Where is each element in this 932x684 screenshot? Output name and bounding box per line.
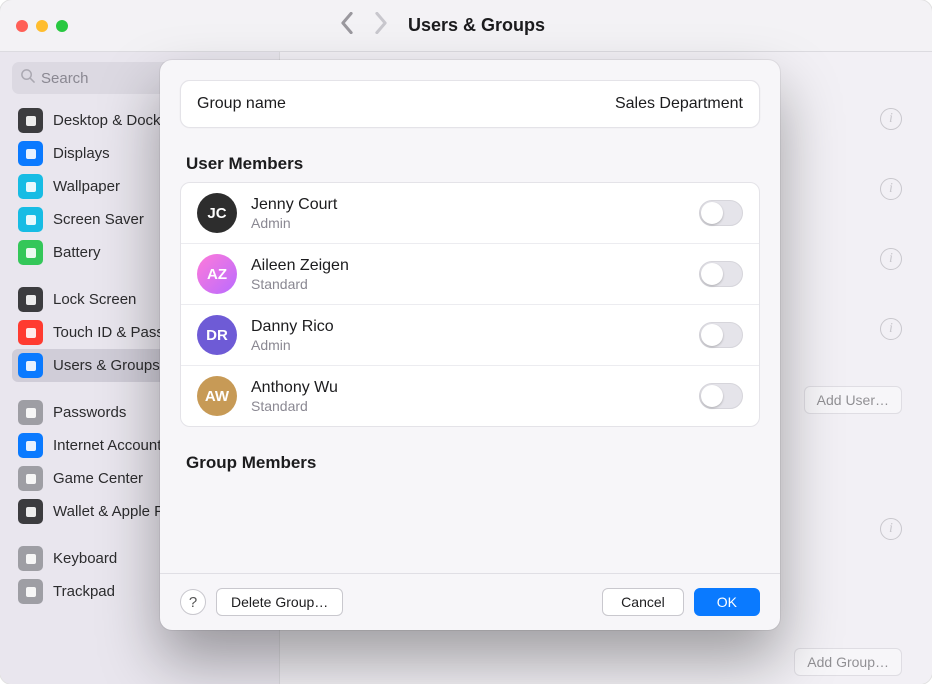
sidebar-item-label: Passwords — [53, 404, 126, 421]
sidebar-item-label: Wallpaper — [53, 178, 120, 195]
membership-toggle[interactable] — [699, 200, 743, 226]
sidebar-item-label: Internet Accounts — [53, 437, 169, 454]
minimize-window-button[interactable] — [36, 20, 48, 32]
sidebar-item-label: Displays — [53, 145, 110, 162]
dialog-footer: ? Delete Group… Cancel OK — [160, 573, 780, 630]
nav-buttons — [340, 12, 388, 39]
sidebar-item-label: Keyboard — [53, 550, 117, 567]
member-row: AW Anthony WuStandard — [181, 365, 759, 426]
member-name: Anthony Wu — [251, 379, 685, 397]
sidebar-item-icon — [18, 546, 43, 571]
sidebar-item-label: Desktop & Dock — [53, 112, 161, 129]
member-role: Admin — [251, 215, 685, 231]
member-row: JC Jenny CourtAdmin — [181, 183, 759, 243]
close-window-button[interactable] — [16, 20, 28, 32]
sidebar-item-label: Trackpad — [53, 583, 115, 600]
sidebar-item-icon — [18, 353, 43, 378]
group-edit-dialog: Group name Sales Department User Members… — [160, 60, 780, 630]
window-controls — [16, 20, 68, 32]
avatar: JC — [197, 193, 237, 233]
sidebar-item-icon — [18, 320, 43, 345]
group-members-heading: Group Members — [186, 453, 754, 473]
membership-toggle[interactable] — [699, 322, 743, 348]
back-button[interactable] — [340, 12, 354, 39]
titlebar: Users & Groups — [0, 0, 932, 52]
member-role: Standard — [251, 398, 685, 414]
member-name: Aileen Zeigen — [251, 257, 685, 275]
sidebar-item-label: Screen Saver — [53, 211, 144, 228]
delete-group-button[interactable]: Delete Group… — [216, 588, 343, 616]
help-button[interactable]: ? — [180, 589, 206, 615]
sidebar-item-icon — [18, 400, 43, 425]
sidebar-item-icon — [18, 108, 43, 133]
member-row: DR Danny RicoAdmin — [181, 304, 759, 365]
membership-toggle[interactable] — [699, 383, 743, 409]
group-name-field[interactable]: Group name Sales Department — [180, 80, 760, 128]
sidebar-item-icon — [18, 287, 43, 312]
sidebar-item-icon — [18, 240, 43, 265]
sidebar-item-icon — [18, 466, 43, 491]
sidebar-item-icon — [18, 499, 43, 524]
group-name-value: Sales Department — [615, 95, 743, 113]
sidebar-item-icon — [18, 207, 43, 232]
membership-toggle[interactable] — [699, 261, 743, 287]
sidebar-item-icon — [18, 579, 43, 604]
member-role: Admin — [251, 337, 685, 353]
avatar: AZ — [197, 254, 237, 294]
cancel-button[interactable]: Cancel — [602, 588, 684, 616]
sidebar-item-label: Lock Screen — [53, 291, 136, 308]
avatar: AW — [197, 376, 237, 416]
member-row: AZ Aileen ZeigenStandard — [181, 243, 759, 304]
avatar: DR — [197, 315, 237, 355]
sidebar-item-label: Users & Groups — [53, 357, 160, 374]
sidebar-item-label: Game Center — [53, 470, 143, 487]
search-icon — [20, 68, 35, 88]
member-name: Jenny Court — [251, 196, 685, 214]
user-members-list: JCJenny CourtAdminAZAileen ZeigenStandar… — [180, 182, 760, 427]
search-placeholder: Search — [41, 70, 89, 87]
sidebar-item-icon — [18, 433, 43, 458]
member-name: Danny Rico — [251, 318, 685, 336]
system-settings-window: Users & Groups Search Desktop & Dock Disp… — [0, 0, 932, 684]
sidebar-item-icon — [18, 174, 43, 199]
sidebar-item-label: Battery — [53, 244, 101, 261]
ok-button[interactable]: OK — [694, 588, 760, 616]
sidebar-item-icon — [18, 141, 43, 166]
forward-button[interactable] — [374, 12, 388, 39]
zoom-window-button[interactable] — [56, 20, 68, 32]
page-title: Users & Groups — [408, 15, 545, 36]
group-name-label: Group name — [197, 95, 286, 113]
member-role: Standard — [251, 276, 685, 292]
user-members-heading: User Members — [186, 154, 754, 174]
